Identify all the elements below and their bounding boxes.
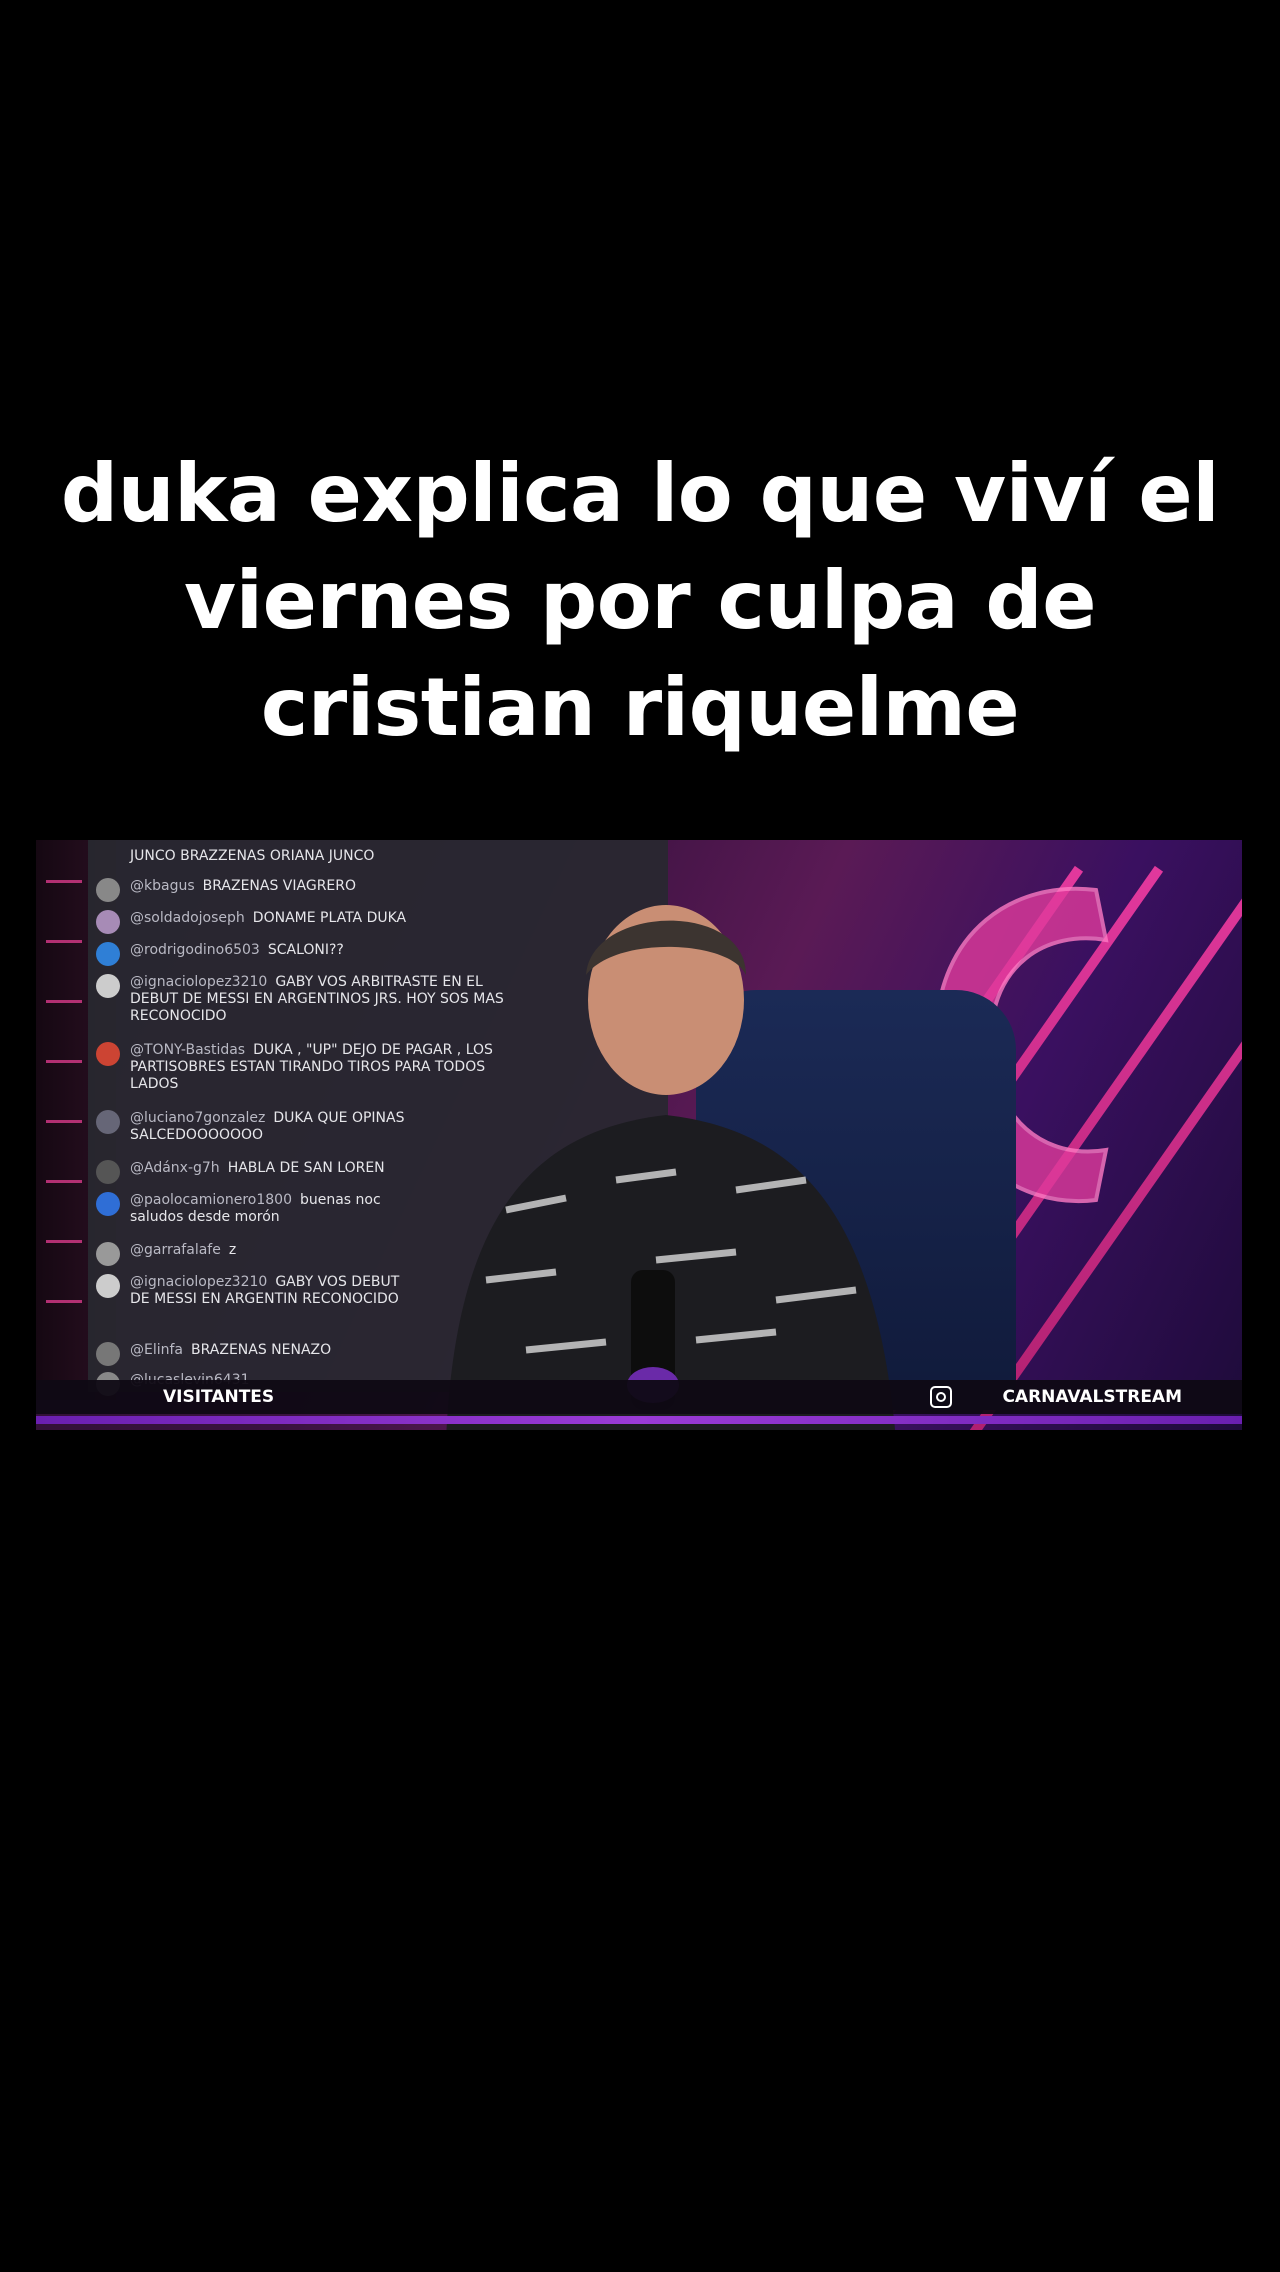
chat-username: @ignaciolopez3210 [130,974,268,990]
caption-line-1: duka explica lo que viví el [60,447,1220,540]
chat-text: BRAZENAS VIAGRERO [202,878,357,894]
chat-text: JUNCO BRAZZENAS ORIANA JUNCO [130,848,375,864]
chat-username: @TONY-Bastidas [130,1042,246,1058]
instagram-handle: CARNAVALSTREAM [1002,1387,1182,1407]
avatar [96,1110,120,1134]
video-caption: duka explica lo que viví el viernes por … [60,440,1220,761]
chat-username: @Elinfa [130,1342,184,1358]
avatar [96,878,120,902]
chat-text: SCALONI?? [267,942,344,958]
avatar [96,1042,120,1066]
accent-bar [36,1416,1242,1424]
show-segment-label: VISITANTES [163,1387,275,1407]
chat-message: JUNCO BRAZZENAS ORIANA JUNCO [130,848,660,865]
stream-lower-bar: VISITANTES CARNAVALSTREAM [36,1380,1242,1414]
avatar [96,974,120,998]
chat-message: @luciano7gonzalez DUKA QUE OPINAS SALCEDO… [96,1110,430,1144]
chat-text: BRAZENAS NENAZO [191,1342,332,1358]
instagram-icon [930,1386,952,1408]
caption-line-2: viernes por culpa de [184,554,1096,647]
chat-message: @paolocamionero1800 buenas noc saludos de… [96,1192,410,1226]
chat-message: @ignaciolopez3210 GABY VOS DEBUT DE MESSI… [96,1274,410,1308]
host-person [446,905,895,1430]
avatar [96,1192,120,1216]
chat-text: z [228,1242,237,1258]
chat-username: @rodrigodino6503 [130,942,260,958]
avatar [96,910,120,934]
chat-username: @luciano7gonzalez [130,1110,266,1126]
chat-username: @kbagus [130,878,195,894]
avatar [96,942,120,966]
chat-text: DONAME PLATA DUKA [252,910,407,926]
chat-username: @Adánx-g7h [130,1160,220,1176]
video-frame[interactable]: JUNCO BRAZZENAS ORIANA JUNCO @kbagus BRAZ… [36,840,1242,1430]
caption-line-3: cristian riquelme [260,661,1020,754]
avatar [96,1242,120,1266]
chat-username: @soldadojoseph [130,910,245,926]
avatar [96,1342,120,1366]
chat-username: @ignaciolopez3210 [130,1274,268,1290]
chat-username: @paolocamionero1800 [130,1192,292,1208]
avatar [96,1274,120,1298]
avatar [96,1160,120,1184]
chat-text: HABLA DE SAN LOREN [227,1160,385,1176]
chat-username: @garrafalafe [130,1242,221,1258]
